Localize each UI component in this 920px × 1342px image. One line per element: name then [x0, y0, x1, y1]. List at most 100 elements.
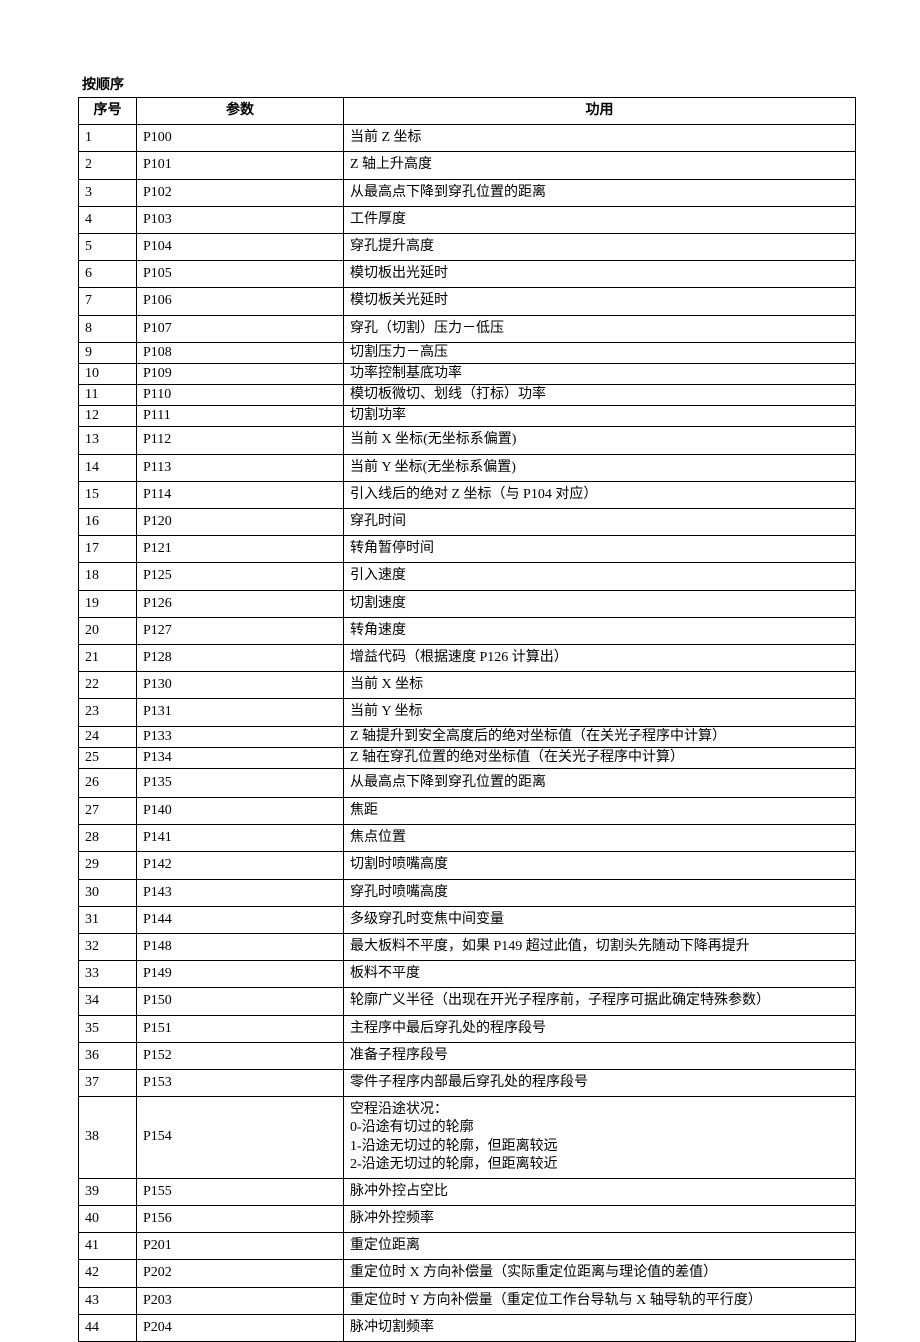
cell-seq: 22 [79, 672, 137, 699]
cell-param: P142 [137, 852, 344, 879]
cell-param: P100 [137, 125, 344, 152]
cell-param: P109 [137, 363, 344, 384]
table-row: 23P131当前 Y 坐标 [79, 699, 856, 726]
cell-func: 空程沿途状况： 0-沿途有切过的轮廓 1-沿途无切过的轮廓，但距离较远 2-沿途… [344, 1097, 856, 1179]
cell-func: 模切板微切、划线（打标）功率 [344, 385, 856, 406]
cell-seq: 16 [79, 509, 137, 536]
cell-func: 穿孔提升高度 [344, 233, 856, 260]
cell-seq: 33 [79, 961, 137, 988]
cell-seq: 25 [79, 747, 137, 768]
cell-seq: 31 [79, 906, 137, 933]
cell-func: 从最高点下降到穿孔位置的距离 [344, 768, 856, 797]
cell-seq: 42 [79, 1260, 137, 1287]
cell-param: P125 [137, 563, 344, 590]
cell-param: P154 [137, 1097, 344, 1179]
table-row: 3P102从最高点下降到穿孔位置的距离 [79, 179, 856, 206]
table-row: 26P135从最高点下降到穿孔位置的距离 [79, 768, 856, 797]
cell-seq: 6 [79, 261, 137, 288]
cell-param: P143 [137, 879, 344, 906]
cell-func: 脉冲外控占空比 [344, 1178, 856, 1205]
cell-func: 引入线后的绝对 Z 坐标（与 P104 对应） [344, 481, 856, 508]
table-row: 12P111切割功率 [79, 406, 856, 427]
table-row: 39P155脉冲外控占空比 [79, 1178, 856, 1205]
table-row: 2P101Z 轴上升高度 [79, 152, 856, 179]
table-row: 44P204脉冲切割频率 [79, 1314, 856, 1341]
table-row: 4P103工件厚度 [79, 206, 856, 233]
cell-seq: 38 [79, 1097, 137, 1179]
cell-func: 转角暂停时间 [344, 536, 856, 563]
cell-seq: 23 [79, 699, 137, 726]
cell-param: P155 [137, 1178, 344, 1205]
table-row: 7P106模切板关光延时 [79, 288, 856, 315]
cell-func: 穿孔时间 [344, 509, 856, 536]
cell-param: P156 [137, 1206, 344, 1233]
cell-func: 重定位时 Y 方向补偿量（重定位工作台导轨与 X 轴导轨的平行度） [344, 1287, 856, 1314]
cell-param: P112 [137, 427, 344, 454]
cell-param: P130 [137, 672, 344, 699]
table-title: 按顺序 [82, 74, 856, 94]
table-row: 37P153零件子程序内部最后穿孔处的程序段号 [79, 1069, 856, 1096]
table-row: 25P134Z 轴在穿孔位置的绝对坐标值（在关光子程序中计算） [79, 747, 856, 768]
table-row: 16P120穿孔时间 [79, 509, 856, 536]
table-row: 42P202重定位时 X 方向补偿量（实际重定位距离与理论值的差值） [79, 1260, 856, 1287]
cell-seq: 14 [79, 454, 137, 481]
cell-func: 当前 Y 坐标(无坐标系偏置) [344, 454, 856, 481]
cell-func: 焦点位置 [344, 825, 856, 852]
table-row: 14P113当前 Y 坐标(无坐标系偏置) [79, 454, 856, 481]
cell-seq: 15 [79, 481, 137, 508]
table-row: 6P105模切板出光延时 [79, 261, 856, 288]
cell-param: P202 [137, 1260, 344, 1287]
cell-func: 切割压力－高压 [344, 342, 856, 363]
cell-param: P107 [137, 315, 344, 342]
cell-func: 穿孔（切割）压力－低压 [344, 315, 856, 342]
cell-param: P128 [137, 644, 344, 671]
cell-func: 脉冲外控频率 [344, 1206, 856, 1233]
cell-func: 零件子程序内部最后穿孔处的程序段号 [344, 1069, 856, 1096]
table-row: 17P121转角暂停时间 [79, 536, 856, 563]
header-param: 参数 [137, 98, 344, 125]
cell-func: 切割速度 [344, 590, 856, 617]
cell-seq: 18 [79, 563, 137, 590]
cell-func: 轮廓广义半径（出现在开光子程序前，子程序可据此确定特殊参数） [344, 988, 856, 1015]
cell-param: P153 [137, 1069, 344, 1096]
header-seq: 序号 [79, 98, 137, 125]
table-row: 22P130当前 X 坐标 [79, 672, 856, 699]
cell-seq: 26 [79, 768, 137, 797]
cell-param: P148 [137, 934, 344, 961]
cell-seq: 12 [79, 406, 137, 427]
cell-param: P152 [137, 1042, 344, 1069]
cell-seq: 11 [79, 385, 137, 406]
cell-func: 从最高点下降到穿孔位置的距离 [344, 179, 856, 206]
cell-seq: 36 [79, 1042, 137, 1069]
cell-param: P126 [137, 590, 344, 617]
table-row: 24P133Z 轴提升到安全高度后的绝对坐标值（在关光子程序中计算） [79, 726, 856, 747]
cell-func: 当前 X 坐标 [344, 672, 856, 699]
cell-param: P127 [137, 617, 344, 644]
table-row: 29P142切割时喷嘴高度 [79, 852, 856, 879]
cell-seq: 4 [79, 206, 137, 233]
table-row: 43P203重定位时 Y 方向补偿量（重定位工作台导轨与 X 轴导轨的平行度） [79, 1287, 856, 1314]
table-row: 27P140焦距 [79, 798, 856, 825]
cell-param: P204 [137, 1314, 344, 1341]
table-row: 9P108切割压力－高压 [79, 342, 856, 363]
cell-func: 增益代码（根据速度 P126 计算出） [344, 644, 856, 671]
table-row: 8P107穿孔（切割）压力－低压 [79, 315, 856, 342]
table-row: 41P201重定位距离 [79, 1233, 856, 1260]
table-row: 36P152准备子程序段号 [79, 1042, 856, 1069]
cell-param: P110 [137, 385, 344, 406]
cell-func: 当前 Z 坐标 [344, 125, 856, 152]
table-row: 28P141焦点位置 [79, 825, 856, 852]
table-row: 18P125引入速度 [79, 563, 856, 590]
table-row: 40P156脉冲外控频率 [79, 1206, 856, 1233]
cell-param: P113 [137, 454, 344, 481]
cell-func: 脉冲切割频率 [344, 1314, 856, 1341]
cell-seq: 5 [79, 233, 137, 260]
cell-param: P106 [137, 288, 344, 315]
cell-func: 当前 X 坐标(无坐标系偏置) [344, 427, 856, 454]
cell-param: P108 [137, 342, 344, 363]
cell-seq: 34 [79, 988, 137, 1015]
cell-param: P104 [137, 233, 344, 260]
cell-param: P105 [137, 261, 344, 288]
cell-seq: 35 [79, 1015, 137, 1042]
table-row: 10P109功率控制基底功率 [79, 363, 856, 384]
